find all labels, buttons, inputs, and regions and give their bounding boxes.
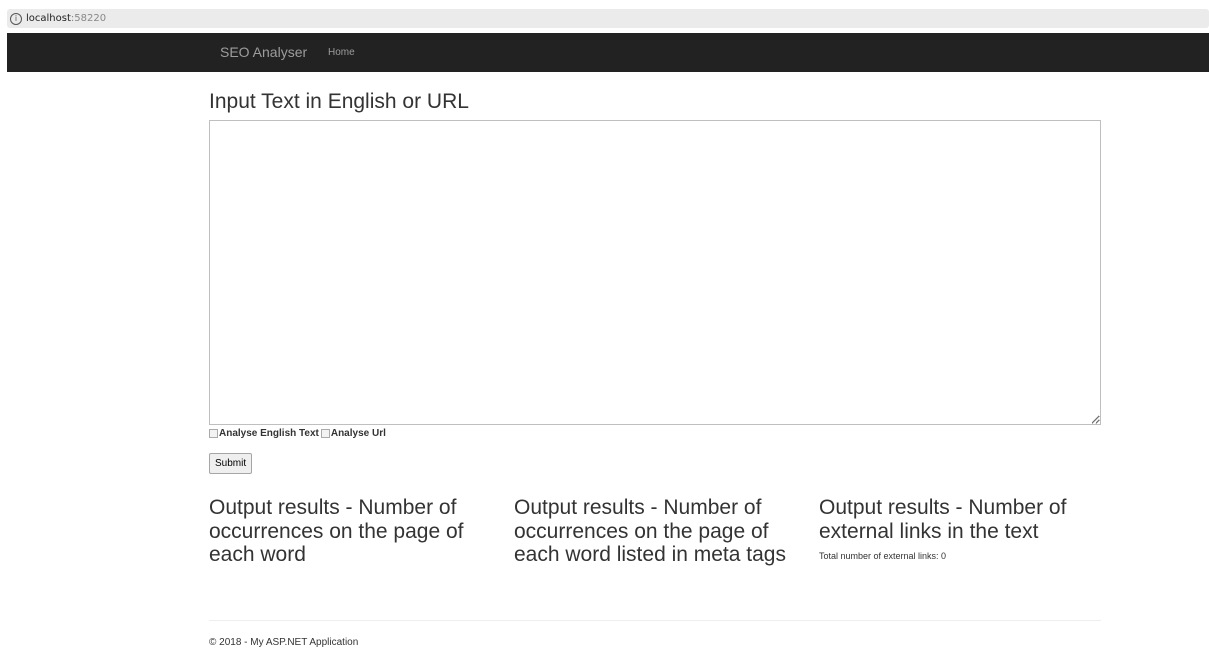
external-links-count: Total number of external links: 0 <box>819 551 947 561</box>
page-title: Input Text in English or URL <box>209 90 469 113</box>
brand-link[interactable]: SEO Analyser <box>220 44 307 60</box>
input-textarea[interactable] <box>209 120 1101 425</box>
meta-word-occurrence-results: Output results - Number of occurrences o… <box>514 496 810 567</box>
analyse-url-checkbox[interactable] <box>320 429 330 438</box>
result-heading: Output results - Number of external link… <box>819 496 1067 543</box>
analyse-english-checkbox[interactable] <box>209 429 218 438</box>
result-heading: Output results - Number of occurrences o… <box>514 496 786 566</box>
url-port: :58220 <box>70 13 107 24</box>
nav-home-link[interactable]: Home <box>328 47 355 58</box>
navbar: SEO Analyser Home <box>7 33 1209 72</box>
resize-grip-icon[interactable] <box>1092 416 1100 424</box>
analysis-options: Analyse English Text Analyse Url <box>209 428 388 439</box>
result-heading: Output results - Number of occurrences o… <box>209 496 464 566</box>
footer-divider <box>209 620 1101 621</box>
url-host: localhost <box>26 13 71 24</box>
footer-text: © 2018 - My ASP.NET Application <box>209 637 359 648</box>
word-occurrence-results: Output results - Number of occurrences o… <box>209 496 505 567</box>
analyse-url-label[interactable]: Analyse Url <box>331 428 386 439</box>
info-icon[interactable]: i <box>10 12 22 25</box>
browser-address-bar: i localhost :58220 <box>0 0 1209 33</box>
analyse-english-label[interactable]: Analyse English Text <box>219 428 319 439</box>
submit-button[interactable]: Submit <box>209 453 253 474</box>
address-field[interactable]: i localhost :58220 <box>7 9 1209 28</box>
external-links-results: Output results - Number of external link… <box>819 496 1115 561</box>
